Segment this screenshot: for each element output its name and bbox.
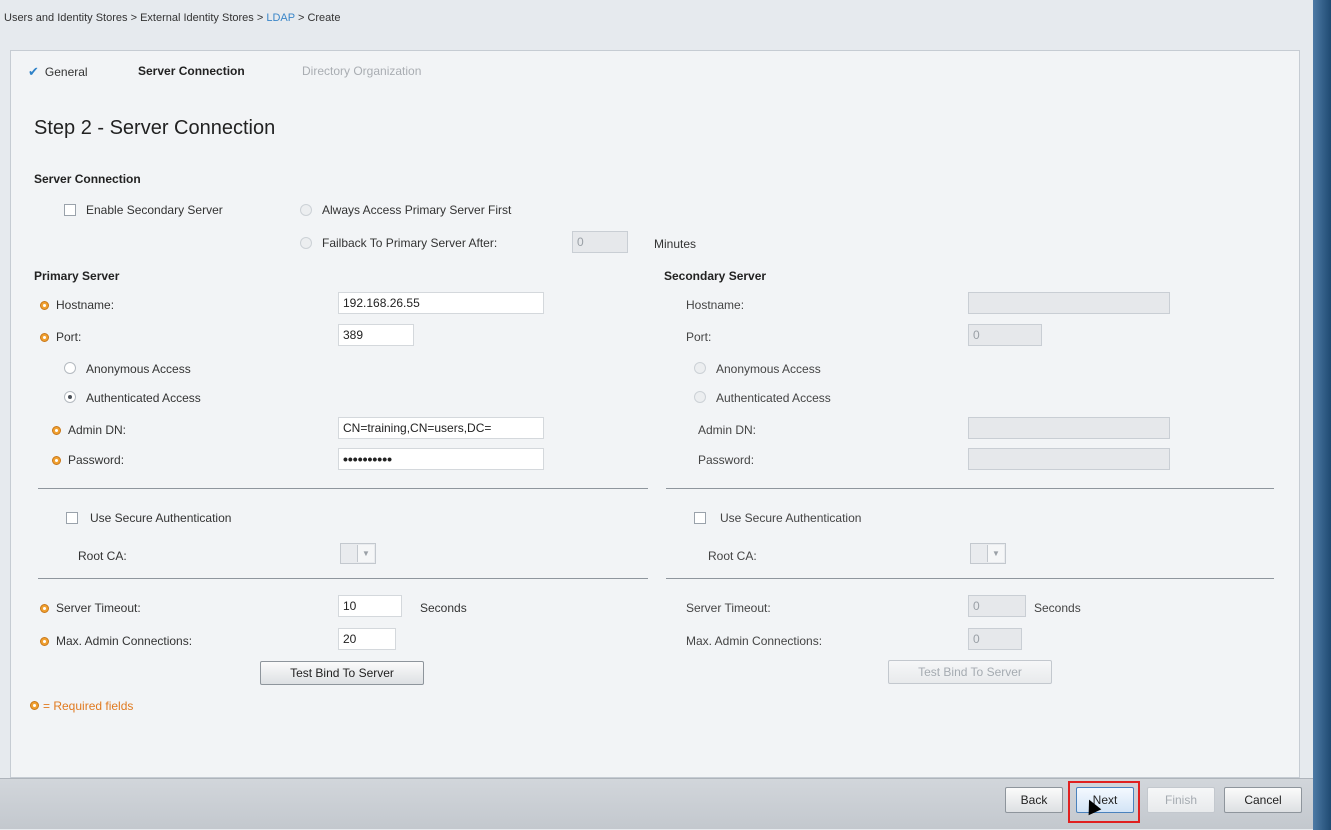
- chevron-down-icon: ▼: [987, 545, 1004, 562]
- breadcrumb-separator: >: [253, 12, 267, 24]
- breadcrumb-separator: >: [294, 12, 308, 24]
- secondary-authenticated-access-radio[interactable]: [694, 391, 706, 403]
- primary-port-label: Port:: [56, 330, 82, 344]
- primary-secure-auth-label: Use Secure Authentication: [90, 511, 232, 525]
- breadcrumb: Users and Identity Stores > External Ide…: [4, 12, 340, 24]
- primary-hostname-input[interactable]: 192.168.26.55: [338, 292, 544, 314]
- primary-password-label: Password:: [68, 453, 125, 467]
- wizard-step-general[interactable]: ✔ General: [28, 64, 88, 80]
- primary-password-input[interactable]: ••••••••••: [338, 448, 544, 470]
- required-fields-note: = Required fields: [30, 699, 133, 713]
- window-frame-edge: [1313, 0, 1331, 830]
- secondary-admin-dn-input[interactable]: [968, 417, 1170, 439]
- secondary-secure-auth-label: Use Secure Authentication: [720, 511, 862, 525]
- wizard-step-directory-organization: Directory Organization: [302, 64, 422, 78]
- primary-server-heading: Primary Server: [34, 269, 120, 283]
- required-icon: [30, 701, 39, 711]
- failback-primary-label: Failback To Primary Server After:: [322, 236, 498, 250]
- required-icon: [40, 301, 49, 310]
- breadcrumb-ldap[interactable]: LDAP: [266, 12, 295, 24]
- breadcrumb-separator: >: [127, 12, 141, 24]
- breadcrumb-create: Create: [307, 12, 341, 24]
- always-access-primary-label: Always Access Primary Server First: [322, 203, 512, 217]
- required-icon: [40, 333, 49, 342]
- minutes-label: Minutes: [654, 237, 697, 251]
- secondary-anonymous-access-radio[interactable]: [694, 362, 706, 374]
- checkmark-icon: ✔: [28, 64, 39, 79]
- enable-secondary-server-checkbox[interactable]: [64, 204, 76, 216]
- breadcrumb-external-identity-stores[interactable]: External Identity Stores: [140, 12, 254, 24]
- primary-test-bind-button[interactable]: Test Bind To Server: [260, 661, 424, 685]
- required-icon: [52, 426, 61, 435]
- failback-minutes-input[interactable]: 0: [572, 231, 628, 253]
- breadcrumb-users-identity-stores[interactable]: Users and Identity Stores: [4, 12, 128, 24]
- primary-admin-dn-input[interactable]: CN=training,CN=users,DC=: [338, 417, 544, 439]
- primary-max-admin-connections-input[interactable]: 20: [338, 628, 396, 650]
- wizard-step-general-label: General: [44, 65, 88, 79]
- next-button-highlight: [1068, 781, 1140, 823]
- primary-secure-auth-checkbox[interactable]: [66, 512, 78, 524]
- primary-anonymous-access-label: Anonymous Access: [86, 362, 191, 376]
- divider: [38, 488, 648, 489]
- chevron-down-icon: ▼: [357, 545, 374, 562]
- primary-seconds-label: Seconds: [420, 601, 467, 615]
- required-icon: [52, 456, 61, 465]
- required-icon: [40, 637, 49, 646]
- secondary-anonymous-access-label: Anonymous Access: [716, 362, 821, 376]
- wizard-step-server-connection[interactable]: Server Connection: [138, 64, 245, 78]
- back-button[interactable]: Back: [1005, 787, 1063, 813]
- primary-hostname-label: Hostname:: [56, 298, 115, 312]
- secondary-port-input[interactable]: 0: [968, 324, 1042, 346]
- primary-authenticated-access-radio[interactable]: [64, 391, 76, 403]
- secondary-password-input[interactable]: [968, 448, 1170, 470]
- page-title: Step 2 - Server Connection: [34, 117, 276, 139]
- secondary-root-ca-label: Root CA:: [708, 549, 757, 563]
- secondary-server-heading: Secondary Server: [664, 269, 767, 283]
- primary-admin-dn-label: Admin DN:: [68, 423, 127, 437]
- secondary-max-admin-connections-input[interactable]: 0: [968, 628, 1022, 650]
- finish-button[interactable]: Finish: [1147, 787, 1215, 813]
- primary-server-timeout-input[interactable]: 10: [338, 595, 402, 617]
- secondary-seconds-label: Seconds: [1034, 601, 1081, 615]
- divider: [666, 488, 1274, 489]
- divider: [38, 578, 648, 579]
- cancel-button[interactable]: Cancel: [1224, 787, 1302, 813]
- divider: [666, 578, 1274, 579]
- secondary-hostname-label: Hostname:: [686, 298, 745, 312]
- failback-primary-radio[interactable]: [300, 237, 312, 249]
- secondary-port-label: Port:: [686, 330, 712, 344]
- secondary-server-timeout-label: Server Timeout:: [686, 601, 771, 615]
- server-connection-heading: Server Connection: [34, 172, 141, 186]
- primary-server-timeout-label: Server Timeout:: [56, 601, 141, 615]
- secondary-password-label: Password:: [698, 453, 755, 467]
- secondary-hostname-input[interactable]: [968, 292, 1170, 314]
- primary-root-ca-select[interactable]: ▼: [340, 543, 376, 564]
- always-access-primary-radio[interactable]: [300, 204, 312, 216]
- secondary-authenticated-access-label: Authenticated Access: [716, 391, 831, 405]
- primary-port-input[interactable]: 389: [338, 324, 414, 346]
- wizard-panel: [10, 50, 1300, 778]
- required-fields-text: = Required fields: [43, 699, 134, 713]
- required-icon: [40, 604, 49, 613]
- primary-anonymous-access-radio[interactable]: [64, 362, 76, 374]
- secondary-max-admin-connections-label: Max. Admin Connections:: [686, 634, 823, 648]
- enable-secondary-server-label: Enable Secondary Server: [86, 203, 223, 217]
- secondary-admin-dn-label: Admin DN:: [698, 423, 757, 437]
- secondary-secure-auth-checkbox[interactable]: [694, 512, 706, 524]
- secondary-test-bind-button[interactable]: Test Bind To Server: [888, 660, 1052, 684]
- wizard-steps: ✔ General Server Connection Directory Org…: [10, 52, 1300, 96]
- primary-root-ca-label: Root CA:: [78, 549, 127, 563]
- secondary-root-ca-select[interactable]: ▼: [970, 543, 1006, 564]
- primary-max-admin-connections-label: Max. Admin Connections:: [56, 634, 193, 648]
- primary-authenticated-access-label: Authenticated Access: [86, 391, 201, 405]
- secondary-server-timeout-input[interactable]: 0: [968, 595, 1026, 617]
